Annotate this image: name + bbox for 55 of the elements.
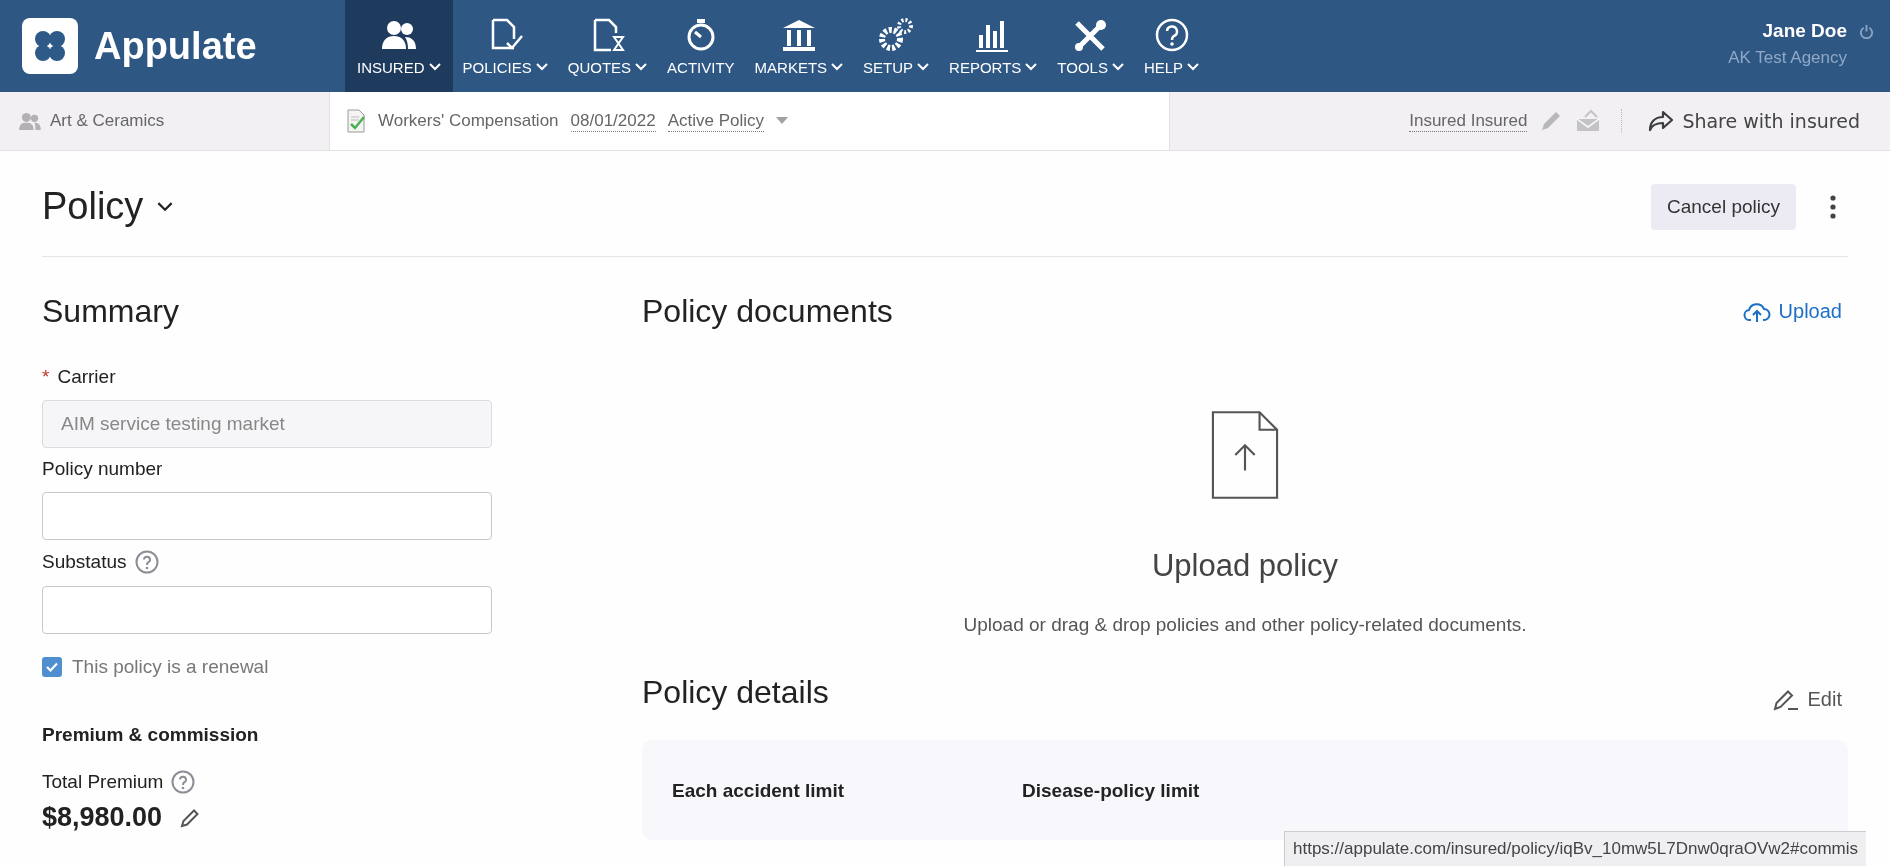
dropdown-caret-icon[interactable]: [776, 117, 789, 125]
share-button[interactable]: Share with insured: [1642, 109, 1866, 133]
nav-menu-item[interactable]: REPORTS: [939, 0, 1048, 92]
nav-menu-item[interactable]: MARKETS: [744, 0, 854, 92]
premium-amount: $8,980.00: [42, 802, 163, 833]
nav-menu-item[interactable]: QUOTES: [557, 0, 658, 92]
user-name[interactable]: Jane Doe: [1762, 20, 1847, 42]
cancel-policy-button[interactable]: Cancel policy: [1651, 183, 1796, 230]
nav-menu-item[interactable]: INSURED: [345, 0, 453, 92]
upload-title: Upload policy: [1151, 548, 1339, 584]
field-label: Policy number: [42, 458, 163, 480]
policy-status-link[interactable]: Active Policy: [667, 110, 765, 132]
upload-hint: Upload or drag & drop policies and other policy-related documents.: [963, 614, 1527, 636]
subsection-heading: Premium & commission: [42, 724, 260, 746]
nav-menu-item[interactable]: TOOLS: [1047, 0, 1134, 92]
envelope-icon[interactable]: [1575, 109, 1602, 133]
section-heading: Summary: [42, 293, 180, 330]
page-title-dropdown[interactable]: Policy: [42, 185, 174, 228]
field-label: Total Premium: [42, 771, 164, 793]
more-options-icon[interactable]: [1830, 194, 1836, 219]
nav-menu-item[interactable]: ACTIVITY: [657, 0, 745, 92]
policy-date-link[interactable]: 08/01/2022: [570, 110, 656, 132]
brand-name[interactable]: Appulate: [94, 24, 257, 68]
required-mark: *: [42, 366, 50, 388]
people-icon: [18, 112, 42, 130]
input-field[interactable]: [42, 492, 492, 540]
agency-name: AK Test Agency: [1728, 48, 1847, 68]
line-of-business: Workers' Compensation: [378, 111, 559, 131]
upload-button[interactable]: Upload: [1736, 299, 1848, 324]
help-icon[interactable]: [134, 550, 159, 574]
share-arrow-icon: [1648, 110, 1675, 132]
section-heading: Policy documents: [642, 293, 893, 330]
edit-button[interactable]: Edit: [1765, 686, 1848, 712]
checkmark-icon: [45, 660, 59, 674]
limit-label: Disease-policy limit: [1022, 780, 1201, 803]
limit-label: Each accident limit: [672, 780, 846, 803]
document-check-icon: [346, 109, 366, 133]
insured-contact-link[interactable]: Insured Insured: [1409, 110, 1528, 132]
input-field[interactable]: [42, 586, 492, 634]
chevron-down-icon: [157, 201, 174, 212]
insured-name[interactable]: Art & Ceramics: [50, 111, 165, 131]
help-icon[interactable]: [171, 770, 196, 794]
nav-menu-item[interactable]: HELP: [1133, 0, 1210, 92]
clover-logo-icon[interactable]: [22, 18, 78, 74]
cloud-upload-icon: [1742, 300, 1771, 323]
document-upload-icon[interactable]: [1211, 410, 1279, 500]
nav-menu-item[interactable]: SETUP: [853, 0, 940, 92]
section-heading: Policy details: [642, 673, 829, 711]
checkbox[interactable]: [42, 657, 62, 677]
checkbox-label: This policy is a renewal: [72, 656, 269, 678]
nav-menu-item[interactable]: POLICIES: [452, 0, 558, 92]
power-icon[interactable]: [1859, 23, 1874, 39]
status-url-tooltip: https://appulate.com/insured/policy/iqBv_10mw5L7Dnw0qraOVw2#commis: [1284, 831, 1867, 866]
field-label: Substatus: [42, 551, 127, 573]
field-label: Carrier: [57, 366, 116, 388]
